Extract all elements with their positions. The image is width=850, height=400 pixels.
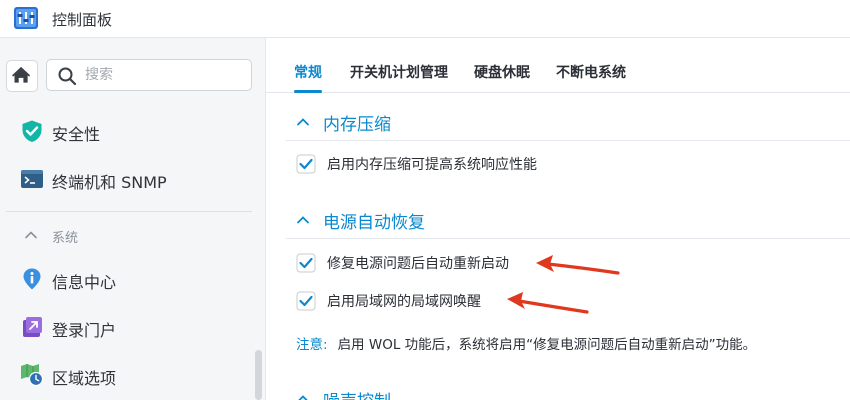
sidebar-item-security[interactable]: 安全性 bbox=[0, 110, 266, 150]
option-memory-compression[interactable]: 启用内存压缩可提高系统响应性能 bbox=[296, 153, 696, 175]
section-divider bbox=[286, 140, 850, 141]
section-title: 内存压缩 bbox=[323, 115, 391, 135]
option-label: 修复电源问题后自动重新启动 bbox=[327, 256, 509, 272]
login-portal-icon bbox=[23, 317, 42, 337]
sidebar-group-system[interactable]: 系统 bbox=[20, 224, 220, 248]
section-header-noise-control[interactable]: 噪声控制 bbox=[296, 386, 696, 400]
sidebar-item-label: 终端机和 SNMP bbox=[52, 173, 167, 192]
chevron-up-icon bbox=[297, 118, 309, 126]
tab-ups[interactable]: 不断电系统 bbox=[556, 62, 626, 82]
checkbox-checked-icon[interactable] bbox=[296, 154, 316, 174]
sidebar-item-login-portal[interactable]: 登录门户 bbox=[0, 306, 266, 346]
sidebar-item-label: 区域选项 bbox=[52, 369, 117, 388]
checkbox-checked-icon[interactable] bbox=[296, 253, 316, 273]
checkbox-checked-icon[interactable] bbox=[296, 291, 316, 311]
sidebar-scrollbar[interactable] bbox=[255, 350, 262, 400]
option-wake-on-lan[interactable]: 启用局域网的局域网唤醒 bbox=[296, 290, 696, 312]
sidebar-item-label: 信息中心 bbox=[52, 273, 117, 292]
option-restart-after-power-fix[interactable]: 修复电源问题后自动重新启动 bbox=[296, 252, 696, 274]
note-label: 注意: bbox=[296, 337, 328, 353]
sidebar-item-label: 登录门户 bbox=[52, 321, 117, 340]
tab-bar: 常规 开关机计划管理 硬盘休眠 不断电系统 bbox=[266, 38, 850, 93]
info-icon bbox=[23, 268, 41, 290]
note-text: 启用 WOL 功能后，系统将启用“修复电源问题后自动重新启动”功能。 bbox=[337, 337, 757, 353]
section-divider bbox=[286, 238, 850, 239]
tab-power-schedule[interactable]: 开关机计划管理 bbox=[350, 62, 448, 82]
terminal-icon bbox=[21, 170, 43, 188]
annotation-arrow-icon bbox=[536, 255, 620, 275]
sidebar-item-terminal-snmp[interactable]: 终端机和 SNMP bbox=[0, 158, 266, 198]
option-label: 启用内存压缩可提高系统响应性能 bbox=[327, 157, 537, 173]
sidebar-item-region-options[interactable]: 区域选项 bbox=[0, 354, 266, 394]
option-label: 启用局域网的局域网唤醒 bbox=[327, 294, 481, 310]
search-box[interactable] bbox=[46, 59, 252, 91]
section-header-memory-compression[interactable]: 内存压缩 bbox=[296, 109, 696, 135]
tab-general[interactable]: 常规 bbox=[294, 62, 322, 82]
chevron-up-icon bbox=[298, 395, 308, 400]
home-icon bbox=[12, 66, 30, 83]
section-header-power-recovery[interactable]: 电源自动恢复 bbox=[296, 207, 696, 233]
home-button[interactable] bbox=[6, 60, 38, 92]
window-title: 控制面板 bbox=[52, 11, 113, 29]
sidebar-group-label: 系统 bbox=[52, 231, 79, 246]
sidebar-divider bbox=[6, 211, 252, 212]
wol-note: 注意: 启用 WOL 功能后，系统将启用“修复电源问题后自动重新启动”功能。 bbox=[296, 333, 836, 353]
shield-check-icon bbox=[22, 120, 42, 142]
sidebar-item-label: 安全性 bbox=[52, 125, 101, 144]
tab-hdd-hibernation[interactable]: 硬盘休眠 bbox=[474, 62, 530, 82]
sidebar-item-info-center[interactable]: 信息中心 bbox=[0, 258, 266, 298]
annotation-arrow-icon bbox=[507, 292, 589, 314]
chevron-up-icon bbox=[297, 216, 309, 224]
section-title: 噪声控制 bbox=[323, 387, 391, 400]
control-panel-icon bbox=[14, 7, 38, 29]
region-clock-icon bbox=[21, 364, 44, 387]
chevron-up-icon bbox=[25, 231, 37, 239]
title-bar: 控制面板 bbox=[0, 0, 850, 38]
active-tab-indicator bbox=[294, 90, 322, 93]
search-input[interactable] bbox=[85, 64, 245, 86]
section-title: 电源自动恢复 bbox=[323, 213, 425, 233]
sidebar: 安全性 终端机和 SNMP 系统 信息中心 登录门户 bbox=[0, 38, 266, 400]
search-icon bbox=[58, 67, 77, 86]
